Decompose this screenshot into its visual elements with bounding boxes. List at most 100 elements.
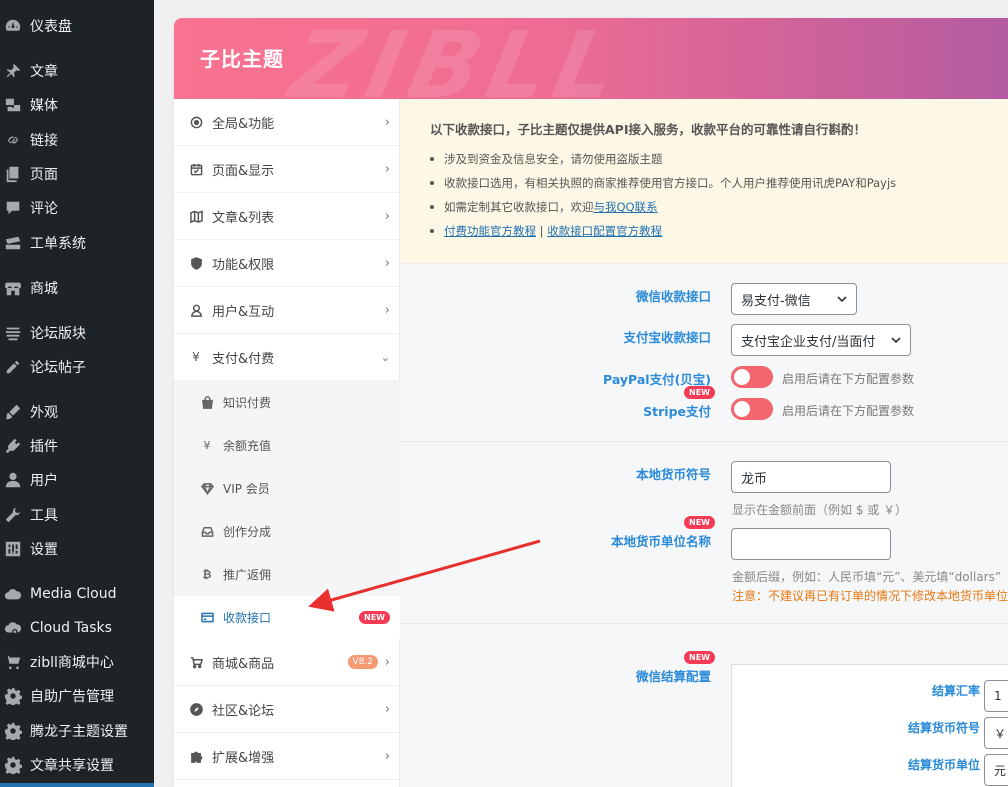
nav-label: 用户&互动	[212, 304, 275, 320]
panel-title: 子比主题	[200, 47, 284, 71]
nav-extensions[interactable]: 扩展&增强 ›	[174, 733, 400, 780]
nav-store-products[interactable]: 商城&商品 V8.2 ›	[174, 639, 400, 686]
wp-menu-label: 商城	[30, 281, 58, 297]
wp-menu-child-theme-settings[interactable]: 腾龙子主题设置	[0, 716, 154, 746]
field-label: 本地货币符号	[635, 467, 711, 482]
wp-menu-label: 腾龙子主题设置	[30, 724, 128, 740]
subnav-knowledge-payment[interactable]: 知识付费	[174, 381, 400, 424]
notice-item: 涉及到资金及信息安全，请勿使用盗版主题	[429, 151, 896, 175]
wp-menu-media[interactable]: 媒体	[0, 90, 154, 120]
gateway-tutorial-link[interactable]: 收款接口配置官方教程	[547, 224, 662, 238]
comment-icon	[3, 198, 23, 218]
chevron-down-icon	[837, 296, 847, 303]
user-icon	[3, 470, 23, 490]
subnav-balance-recharge[interactable]: ¥ 余额充值	[174, 424, 400, 467]
card-icon	[200, 611, 214, 624]
nav-feature-permission[interactable]: 功能&权限 ›	[174, 240, 400, 287]
alipay-gateway-label: 支付宝收款接口	[623, 327, 711, 346]
wp-menu-forum-posts[interactable]: 论坛帖子	[0, 352, 154, 382]
wp-menu-settings[interactable]: 设置	[0, 534, 154, 564]
nav-community-forum[interactable]: 社区&论坛 ›	[174, 686, 400, 733]
notice-text: 如需定制其它收款接口，欢迎	[444, 200, 594, 214]
cloud-icon	[3, 584, 23, 604]
chevron-right-icon: ›	[384, 208, 390, 224]
subnav-referral[interactable]: ₿ 推广返佣	[174, 553, 400, 596]
subnav-label: 知识付费	[223, 396, 272, 410]
settlement-symbol-label: 结算货币符号	[907, 721, 980, 735]
settings-content: 以下收款接口，子比主题仅提供API接入服务，收款平台的可靠性请自行斟酌！ 涉及到…	[400, 99, 1008, 787]
nav-payment[interactable]: ¥ 支付&付费 ⌄	[174, 334, 400, 381]
wp-menu-label: 工具	[30, 508, 58, 524]
wp-menu-comments[interactable]: 评论	[0, 193, 154, 223]
notice-item: 收款接口选用，有相关执照的商家推荐使用官方接口。个人用户推荐使用讯虎PAY和Pa…	[429, 175, 896, 199]
currency-symbol-help: 显示在金额前面（例如 $ 或 ￥）	[732, 503, 908, 517]
subnav-payment-gateway[interactable]: 收款接口 NEW	[174, 596, 400, 639]
wp-menu-dashboard[interactable]: 仪表盘	[0, 11, 154, 41]
subnav-label: 余额充值	[223, 439, 272, 453]
wechat-gateway-select[interactable]: 易支付-微信	[731, 283, 857, 315]
nav-user-interaction[interactable]: 用户&互动 ›	[174, 287, 400, 334]
notice-item: 付费功能官方教程 | 收款接口配置官方教程	[429, 223, 896, 247]
alipay-gateway-select[interactable]: 支付宝企业支付/当面付	[731, 324, 911, 356]
wp-menu-forum-boards[interactable]: 论坛版块	[0, 318, 154, 348]
payment-tutorial-link[interactable]: 付费功能官方教程	[444, 224, 536, 238]
subnav-creator-share[interactable]: 创作分成	[174, 510, 400, 553]
cart-icon	[3, 652, 23, 672]
wp-menu-label: 工单系统	[30, 236, 86, 252]
wp-menu-ad-manager[interactable]: 自助广告管理	[0, 681, 154, 711]
wp-menu-posts[interactable]: 文章	[0, 56, 154, 86]
shield-icon	[188, 256, 204, 270]
page-icon	[3, 164, 23, 184]
wp-menu-pages[interactable]: 页面	[0, 159, 154, 189]
pin-icon	[3, 61, 23, 81]
wp-menu-store[interactable]: 商城	[0, 273, 154, 303]
ticket-icon	[3, 233, 23, 253]
stripe-toggle[interactable]	[731, 398, 773, 420]
new-badge: NEW	[684, 651, 715, 664]
wp-menu-label: 仪表盘	[30, 19, 72, 35]
gear-icon	[3, 755, 23, 775]
target-icon	[188, 116, 204, 129]
wp-menu-appearance[interactable]: 外观	[0, 397, 154, 427]
wp-menu-media-cloud[interactable]: Media Cloud	[0, 579, 154, 609]
subnav-vip[interactable]: VIP 会员	[174, 467, 400, 510]
select-value: 易支付-微信	[741, 293, 811, 309]
wp-menu-label: 评论	[30, 201, 58, 217]
nav-global-features[interactable]: 全局&功能 ›	[174, 99, 400, 146]
nav-page-display[interactable]: 页面&显示 ›	[174, 146, 400, 193]
settlement-symbol-input[interactable]: ￥	[984, 717, 1008, 749]
subnav-label: 创作分成	[223, 525, 272, 539]
yen-icon: ¥	[192, 350, 200, 364]
plugin-icon	[3, 436, 23, 456]
link-icon	[3, 130, 23, 150]
settlement-rate-input[interactable]: 1	[984, 680, 1008, 712]
currency-symbol-input[interactable]	[731, 461, 891, 493]
chevron-right-icon: ›	[384, 701, 390, 717]
currency-unit-label: 本地货币单位名称 NEW	[611, 516, 715, 550]
wp-menu-plugins[interactable]: 插件	[0, 431, 154, 461]
wp-menu-share-settings[interactable]: 文章共享设置	[0, 750, 154, 780]
chevron-right-icon: ›	[384, 302, 390, 318]
nav-post-list[interactable]: 文章&列表 ›	[174, 193, 400, 240]
settlement-unit-input[interactable]: 元	[984, 754, 1008, 786]
stripe-label: Stripe支付 NEW	[643, 386, 715, 420]
paypal-toggle[interactable]	[731, 366, 773, 388]
wp-menu-tools[interactable]: 工具	[0, 500, 154, 530]
wp-menu-zibll-store[interactable]: zibll商城中心	[0, 647, 154, 677]
yen-icon: ¥	[203, 439, 211, 452]
cart-icon	[188, 656, 204, 669]
wp-menu-label: zibll商城中心	[30, 655, 114, 671]
new-badge: NEW	[684, 516, 715, 529]
forum-icon	[3, 323, 23, 343]
wp-menu-label: 论坛版块	[30, 326, 86, 342]
currency-symbol-label: 本地货币符号	[636, 464, 711, 483]
wp-menu-tickets[interactable]: 工单系统	[0, 228, 154, 258]
diamond-icon	[200, 482, 214, 495]
wp-menu-users[interactable]: 用户	[0, 465, 154, 495]
wechat-settlement-box: 结算汇率 1 结算货币符号 ￥ 结算货币单位 元	[731, 664, 1008, 787]
wp-menu-links[interactable]: 链接	[0, 125, 154, 155]
nav-label: 全局&功能	[212, 116, 275, 132]
currency-unit-input[interactable]	[731, 528, 891, 560]
wp-menu-cloud-tasks[interactable]: Cloud Tasks	[0, 613, 154, 643]
qq-contact-link[interactable]: 与我QQ联系	[594, 200, 658, 214]
